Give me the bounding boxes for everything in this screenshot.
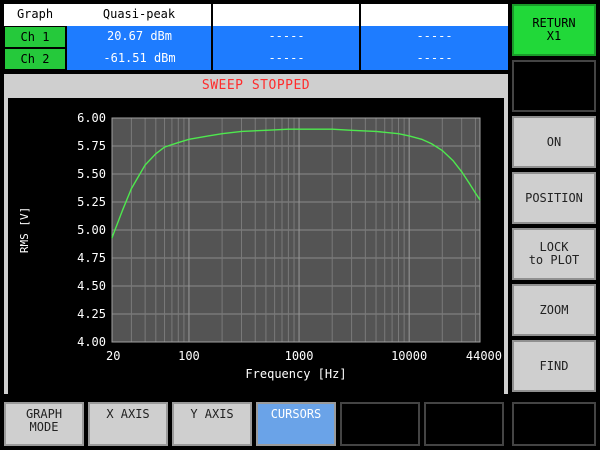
rms-trace-point [265,129,267,131]
y-tick-label: 4.75 [77,251,106,265]
blank-softkey [424,402,504,446]
y-tick-label: 5.25 [77,195,106,209]
lock-to-plot-label: LOCK to PLOT [528,240,580,267]
rms-trace-point [122,209,124,211]
channel-2-value: -61.51 dBm [66,48,212,70]
readout-header-col4 [360,4,508,26]
y-tick-label: 5.50 [77,167,106,181]
graph-mode-button[interactable]: GRAPH MODE [4,402,84,446]
rms-trace-point [207,135,209,137]
plot-area: 4.00 4.25 4.50 4.75 5.00 5.25 5.50 5.75 6.00 20 10… [8,98,504,394]
rms-trace-point [111,237,113,239]
lock-to-plot-button[interactable]: LOCK to PLOT [512,228,596,280]
rms-trace-point [431,143,433,145]
y-tick-label: 4.50 [77,279,106,293]
channel-1-value-col4: ----- [360,26,508,48]
rms-trace-point [350,129,353,131]
channel-2-value-col4: ----- [360,48,508,70]
rms-frequency-chart[interactable]: 4.00 4.25 4.50 4.75 5.00 5.25 5.50 5.75 6.00 20 10… [8,98,504,394]
channel-2-value-col3: ----- [212,48,360,70]
rms-trace-point [397,133,400,135]
cursors-label: CURSORS [270,407,322,421]
x-tick-label: 100 [178,349,200,363]
rms-trace-point [474,192,477,194]
rms-trace-point [221,133,223,135]
rms-trace-point [331,128,333,130]
zoom-button[interactable]: ZOOM [512,284,596,336]
cursor-on-label: ON [546,134,562,149]
x-axis-label: X AXIS [106,407,150,421]
y-tick-label: 6.00 [77,111,106,125]
readout-header-col3 [212,4,360,26]
readout-divider [211,4,213,70]
rms-trace-point [468,182,470,184]
blank-softkey [340,402,420,446]
y-tick-label: 5.00 [77,223,106,237]
readout-header-detector: Quasi-peak [66,4,212,26]
channel-1-label[interactable]: Ch 1 [4,26,66,48]
channel-1-value-col3: ----- [212,26,360,48]
channel-2-label[interactable]: Ch 2 [4,48,66,70]
return-x1-label: RETURN X1 [532,16,576,43]
y-axis-label: RMS [V] [18,207,31,253]
rms-trace-point [479,199,481,201]
readout-header-graph: Graph [4,4,66,26]
rms-trace-point [144,164,146,166]
rms-trace-point [421,138,423,140]
find-button[interactable]: FIND [512,340,596,392]
graph-mode-label: GRAPH MODE [25,407,63,434]
cursors-button[interactable]: CURSORS [256,402,336,446]
rms-trace-point [441,149,443,152]
y-tick-label: 4.25 [77,307,106,321]
position-label: POSITION [525,190,583,205]
y-axis-button[interactable]: Y AXIS [172,402,252,446]
rms-trace-point [240,130,243,133]
rms-trace-point [155,153,157,155]
rms-trace-point [452,159,454,162]
x-tick-label: 20 [106,349,120,363]
rms-trace-point [375,130,377,133]
rms-trace-point [163,146,166,148]
rms-trace-point [408,135,410,137]
rms-trace-point [287,128,289,130]
y-axis-label: Y AXIS [190,407,234,421]
sweep-status: SWEEP STOPPED [201,78,311,93]
return-x1-button[interactable]: RETURN X1 [512,4,596,56]
rms-trace-point [188,138,190,140]
cursor-on-button[interactable]: ON [512,116,596,168]
readout-table: Graph Quasi-peak Ch 1 20.67 dBm ----- --… [4,4,508,70]
channel-1-value: 20.67 dBm [66,26,212,48]
blank-softkey [512,402,596,446]
rms-trace-point [177,142,179,144]
graph-panel: SWEEP STOPPED 4.00 4.25 4.50 4.75 5.00 5.25 5.… [4,74,508,394]
x-tick-label: 1000 [285,349,314,363]
rms-trace-point [298,128,300,130]
rms-trace-point [130,187,132,190]
readout-divider [359,4,361,70]
blank-softkey [512,60,596,112]
x-axis-button[interactable]: X AXIS [88,402,168,446]
x-tick-label: 44000 [466,349,502,363]
position-button[interactable]: POSITION [512,172,596,224]
x-axis-label: Frequency [Hz] [245,367,346,381]
x-tick-label: 10000 [391,349,427,363]
y-tick-label: 5.75 [77,139,106,153]
y-tick-label: 4.00 [77,335,106,349]
rms-trace-point [461,171,463,173]
find-label: FIND [539,358,569,373]
zoom-label: ZOOM [539,302,569,317]
